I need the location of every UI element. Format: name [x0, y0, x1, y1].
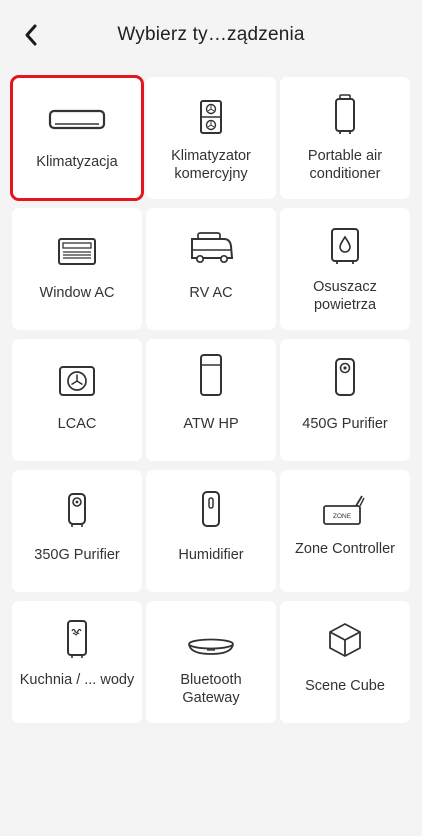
portable-ac-icon	[333, 77, 357, 135]
device-tile[interactable]: 450G Purifier	[280, 339, 410, 461]
commercial-ac-icon	[198, 77, 224, 135]
heat-pump-icon	[198, 339, 224, 397]
svg-text:ZONE: ZONE	[333, 513, 352, 520]
device-label: Portable air conditioner	[307, 148, 383, 182]
page-title: Wybierz ty…ządzenia	[117, 24, 305, 45]
split-ac-icon	[47, 77, 107, 135]
back-button[interactable]	[18, 22, 44, 48]
device-label: Window AC	[39, 285, 115, 301]
humidifier-icon	[200, 470, 222, 528]
device-tile[interactable]: RV AC	[146, 208, 276, 330]
header-bar: Wybierz ty…ządzenia	[0, 0, 422, 70]
device-tile[interactable]: LCAC	[12, 339, 142, 461]
device-label: RV AC	[189, 285, 233, 301]
device-tile-selected[interactable]: Klimatyzacja	[10, 75, 144, 201]
device-label: Klimatyzacja	[36, 154, 118, 170]
purifier-icon	[333, 339, 357, 397]
device-tile[interactable]: Klimatyzator komercyjny	[146, 77, 276, 199]
device-label: Zone Controller	[295, 541, 395, 557]
device-tile[interactable]: Humidifier	[146, 470, 276, 592]
device-label: Humidifier	[178, 547, 244, 563]
device-label: Bluetooth Gateway	[180, 672, 242, 706]
device-label: 350G Purifier	[34, 547, 120, 563]
device-type-grid: Klimatyzacja Klimatyzator komercyjny Por…	[10, 75, 410, 723]
device-label: Klimatyzator komercyjny	[171, 148, 251, 182]
bluetooth-gateway-icon	[186, 601, 236, 659]
fan-unit-icon	[58, 339, 96, 397]
device-tile[interactable]: Portable air conditioner	[280, 77, 410, 199]
device-label: LCAC	[57, 416, 97, 432]
device-label: ATW HP	[183, 416, 239, 432]
dehumidifier-icon	[329, 208, 361, 266]
device-tile[interactable]: 350G Purifier	[12, 470, 142, 592]
chevron-left-icon	[25, 24, 37, 46]
small-purifier-icon	[66, 470, 88, 528]
water-heater-icon	[65, 601, 89, 659]
device-tile[interactable]: Window AC	[12, 208, 142, 330]
cube-icon	[327, 601, 363, 659]
device-tile[interactable]: Bluetooth Gateway	[146, 601, 276, 723]
device-label: Osuszacz powietrza	[313, 279, 377, 313]
device-tile[interactable]: ZONE Zone Controller	[280, 470, 410, 592]
device-tile[interactable]: Kuchnia / ... wody	[12, 601, 142, 723]
device-tile[interactable]: Scene Cube	[280, 601, 410, 723]
device-label: 450G Purifier	[302, 416, 388, 432]
device-tile[interactable]: Osuszacz powietrza	[280, 208, 410, 330]
device-tile[interactable]: ATW HP	[146, 339, 276, 461]
rv-icon	[188, 208, 234, 266]
window-ac-icon	[57, 208, 97, 266]
zone-controller-icon: ZONE	[322, 470, 368, 528]
device-label: Kuchnia / ... wody	[19, 672, 135, 688]
device-label: Scene Cube	[305, 678, 385, 694]
